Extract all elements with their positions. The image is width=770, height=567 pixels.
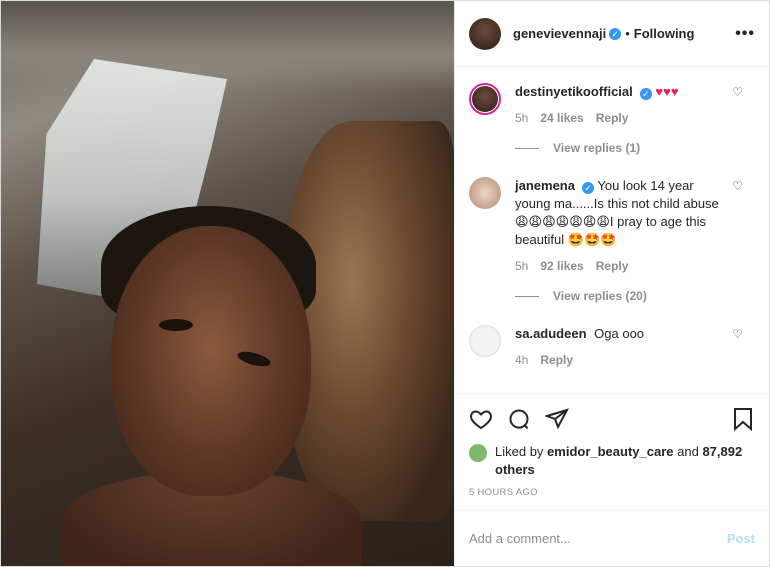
photo-bark xyxy=(1,1,454,91)
reply-button[interactable]: Reply xyxy=(596,109,629,127)
commenter-username[interactable]: sa.adudeen xyxy=(515,326,587,341)
author-username[interactable]: genevievennaji xyxy=(513,26,606,41)
more-options-icon[interactable]: ••• xyxy=(735,25,755,43)
verified-badge-icon: ✓ xyxy=(639,88,652,100)
liked-by-prefix: Liked by xyxy=(495,444,544,459)
separator-dot: • xyxy=(625,26,630,41)
reply-button[interactable]: Reply xyxy=(596,257,629,275)
comment-input[interactable] xyxy=(469,531,727,546)
comment-time[interactable]: 5h xyxy=(515,109,528,127)
post-side-panel: genevievennaji ✓ • Following ••• destiny… xyxy=(454,1,769,566)
liked-by-user[interactable]: emidor_beauty_care xyxy=(547,444,673,459)
comment-item: janemena ✓ You look 14 year young ma.....… xyxy=(469,177,755,275)
commenter-avatar[interactable] xyxy=(469,325,501,357)
comment-text: ♥♥♥ xyxy=(655,84,679,99)
heart-icon[interactable] xyxy=(469,407,493,431)
view-replies-label: View replies (20) xyxy=(553,289,647,303)
bookmark-icon[interactable] xyxy=(731,407,755,431)
comment-icon[interactable] xyxy=(507,407,531,431)
view-replies-label: View replies (1) xyxy=(553,141,641,155)
replies-divider xyxy=(515,147,539,149)
comment-likes[interactable]: 92 likes xyxy=(540,257,583,275)
post-photo[interactable] xyxy=(1,1,454,566)
paper-plane-icon[interactable] xyxy=(545,407,569,431)
commenter-avatar[interactable] xyxy=(469,83,501,115)
commenter-username[interactable]: destinyetikoofficial xyxy=(515,84,633,99)
comment-item: destinyetikoofficial ✓ ♥♥♥ 5h 24 likes Re… xyxy=(469,83,755,127)
comment-item: sa.adudeen Oga ooo 4h Reply ♡ xyxy=(469,325,755,369)
liked-by-and: and xyxy=(677,444,699,459)
post-timestamp[interactable]: 5 HOURS AGO xyxy=(455,479,769,498)
view-replies-button[interactable]: View replies (20) xyxy=(515,289,755,303)
post-header: genevievennaji ✓ • Following ••• xyxy=(455,1,769,67)
likes-summary: Liked by emidor_beauty_care and 87,892 o… xyxy=(455,443,769,479)
author-info: genevievennaji ✓ • Following xyxy=(513,26,694,41)
liker-avatar[interactable] xyxy=(469,444,487,462)
photo-wood xyxy=(284,121,454,521)
comments-list: destinyetikoofficial ✓ ♥♥♥ 5h 24 likes Re… xyxy=(455,67,769,393)
photo-face xyxy=(111,226,311,496)
verified-badge-icon: ✓ xyxy=(609,27,622,40)
photo-eye-left xyxy=(159,319,193,331)
post-comment-button[interactable]: Post xyxy=(727,531,755,546)
view-replies-button[interactable]: View replies (1) xyxy=(515,141,755,155)
comment-like-heart-icon[interactable]: ♡ xyxy=(732,179,743,193)
reply-button[interactable]: Reply xyxy=(540,351,573,369)
comment-like-heart-icon[interactable]: ♡ xyxy=(732,327,743,341)
comment-time[interactable]: 4h xyxy=(515,351,528,369)
comment-time[interactable]: 5h xyxy=(515,257,528,275)
verified-badge-icon: ✓ xyxy=(581,182,594,194)
author-avatar[interactable] xyxy=(469,17,501,50)
commenter-username[interactable]: janemena xyxy=(515,178,575,193)
add-comment-bar: Post xyxy=(455,510,769,566)
following-button[interactable]: Following xyxy=(634,26,695,41)
post-modal: genevievennaji ✓ • Following ••• destiny… xyxy=(0,0,770,567)
comment-likes[interactable]: 24 likes xyxy=(540,109,583,127)
comment-like-heart-icon[interactable]: ♡ xyxy=(732,85,743,99)
commenter-avatar[interactable] xyxy=(469,177,501,209)
replies-divider xyxy=(515,295,539,297)
comment-text: Oga ooo xyxy=(594,326,645,341)
post-actions xyxy=(455,393,769,443)
